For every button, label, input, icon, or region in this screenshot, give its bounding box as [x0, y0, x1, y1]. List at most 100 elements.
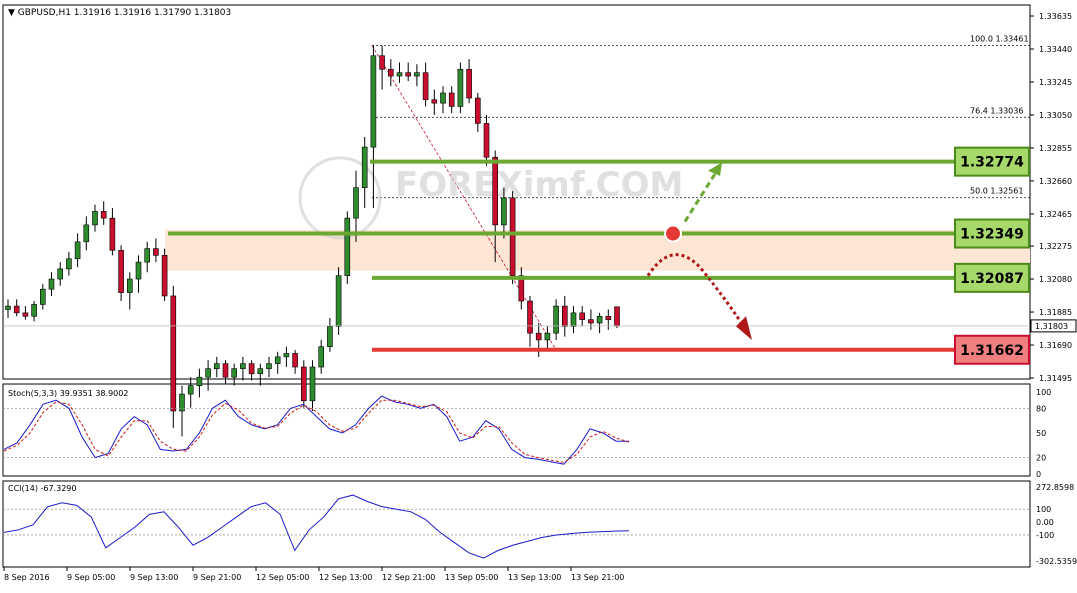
candle-body	[605, 315, 612, 320]
stoch-tick-label: 100	[1036, 388, 1051, 397]
candle-body	[292, 353, 298, 368]
candle-body	[100, 211, 107, 219]
candle-body	[161, 255, 168, 297]
candle-body	[127, 278, 133, 293]
candle-body	[588, 319, 594, 324]
x-tick-label: 13 Sep 13:00	[508, 573, 561, 582]
candle-body	[48, 278, 55, 290]
level-label: 1.32349	[960, 227, 1024, 243]
candle-body	[327, 326, 333, 348]
level-label: 1.32774	[960, 155, 1024, 171]
candle-body	[344, 217, 351, 276]
candle-body	[457, 68, 464, 107]
candle-body	[509, 197, 516, 276]
candle-body	[335, 275, 342, 327]
candle-body	[83, 224, 90, 243]
candle-body	[22, 312, 29, 317]
candle-body	[214, 363, 220, 369]
cci-tick-label: -100	[1036, 531, 1054, 540]
candle-body	[579, 312, 586, 320]
stoch-panel	[2, 383, 1031, 477]
y-tick-label: 1.32275	[1039, 242, 1072, 251]
candle-body	[440, 92, 446, 104]
candle-body	[187, 385, 194, 395]
candle-body	[266, 363, 272, 369]
x-tick-label: 12 Sep 13:00	[319, 573, 372, 582]
chart-title: ▼ GBPUSD,H1 1.31916 1.31916 1.31790 1.31…	[8, 8, 231, 18]
x-tick-label: 13 Sep 21:00	[571, 573, 624, 582]
candle-body	[422, 72, 429, 101]
y-tick-label: 1.31495	[1039, 374, 1072, 383]
candle-body	[222, 363, 229, 378]
stoch-tick-label: 80	[1036, 404, 1046, 413]
cci-tick-label: 100	[1036, 505, 1051, 514]
y-tick-label: 1.33635	[1039, 12, 1072, 21]
cci-panel	[2, 480, 1031, 568]
chart-svg: ▼ GBPUSD,H1 1.31916 1.31916 1.31790 1.31…	[2, 4, 1077, 582]
candle-body	[431, 99, 438, 104]
candle-body	[544, 332, 551, 341]
candle-body	[553, 305, 559, 334]
level-label: 1.31662	[960, 343, 1024, 359]
supply-zone	[165, 229, 1030, 271]
candle-body	[492, 156, 499, 226]
stoch-title: Stoch(5,3,3) 39.9351 38.9002	[8, 389, 128, 398]
candle-body	[92, 211, 98, 226]
candle-body	[144, 248, 150, 263]
candle-body	[309, 366, 316, 402]
cci-tick-label: -302.5359	[1036, 557, 1077, 566]
y-tick-label: 1.32465	[1039, 210, 1072, 219]
x-tick-label: 12 Sep 05:00	[256, 573, 309, 582]
watermark: FOREXimf.COM	[395, 165, 683, 205]
candle-body	[205, 368, 211, 378]
candle-body	[414, 72, 420, 77]
candle-body	[257, 368, 264, 375]
candle-body	[39, 288, 46, 305]
x-tick-label: 9 Sep 05:00	[67, 573, 115, 582]
candle-body	[74, 241, 81, 260]
cci-tick-label: 272.8598	[1036, 483, 1074, 492]
candle-body	[135, 261, 142, 280]
candle-body	[248, 363, 255, 375]
y-tick-label: 1.31690	[1039, 341, 1072, 350]
candle-body	[370, 55, 377, 148]
x-tick-label: 13 Sep 05:00	[445, 573, 498, 582]
candle-body	[396, 72, 403, 77]
candle-body	[274, 356, 281, 364]
candle-body	[561, 305, 568, 327]
x-tick-label: 12 Sep 21:00	[382, 573, 435, 582]
y-tick-label: 1.33050	[1039, 111, 1072, 120]
candle-body	[13, 305, 20, 314]
candle-body	[109, 217, 116, 251]
cci-title: CCI(14) -67.3290	[8, 484, 76, 493]
candle-body	[283, 353, 290, 358]
trading-chart: ▼ GBPUSD,H1 1.31916 1.31916 1.31790 1.31…	[0, 0, 1077, 589]
fib-label: 50.0 1.32561	[970, 187, 1023, 196]
cci-tick-label: 0.00	[1036, 518, 1054, 527]
y-tick-label: 1.31885	[1039, 308, 1072, 317]
candle-body	[570, 312, 577, 327]
candle-body	[31, 304, 37, 317]
candle-body	[5, 305, 11, 310]
stoch-tick-label: 50	[1036, 429, 1046, 438]
y-tick-label: 1.32080	[1039, 275, 1072, 284]
candle-body	[118, 249, 124, 293]
stoch-tick-label: 20	[1036, 454, 1046, 463]
level-label: 1.32087	[960, 271, 1024, 287]
candle-body	[501, 197, 507, 226]
candle-body	[66, 258, 72, 270]
candle-body	[448, 92, 455, 107]
fib-label: 76.4 1.33036	[970, 106, 1023, 115]
x-tick-label: 9 Sep 21:00	[193, 573, 241, 582]
y-tick-label: 1.33245	[1039, 78, 1072, 87]
candle-body	[474, 97, 481, 124]
candle-body	[483, 123, 490, 158]
candle-body	[153, 248, 159, 256]
candle-body	[535, 332, 542, 341]
candle-body	[387, 68, 394, 77]
candle-body	[466, 68, 472, 99]
fib-label: 100.0 1.33461	[970, 34, 1029, 43]
candle-body	[527, 300, 533, 334]
candle-body	[170, 295, 177, 412]
candle-body	[379, 55, 385, 70]
